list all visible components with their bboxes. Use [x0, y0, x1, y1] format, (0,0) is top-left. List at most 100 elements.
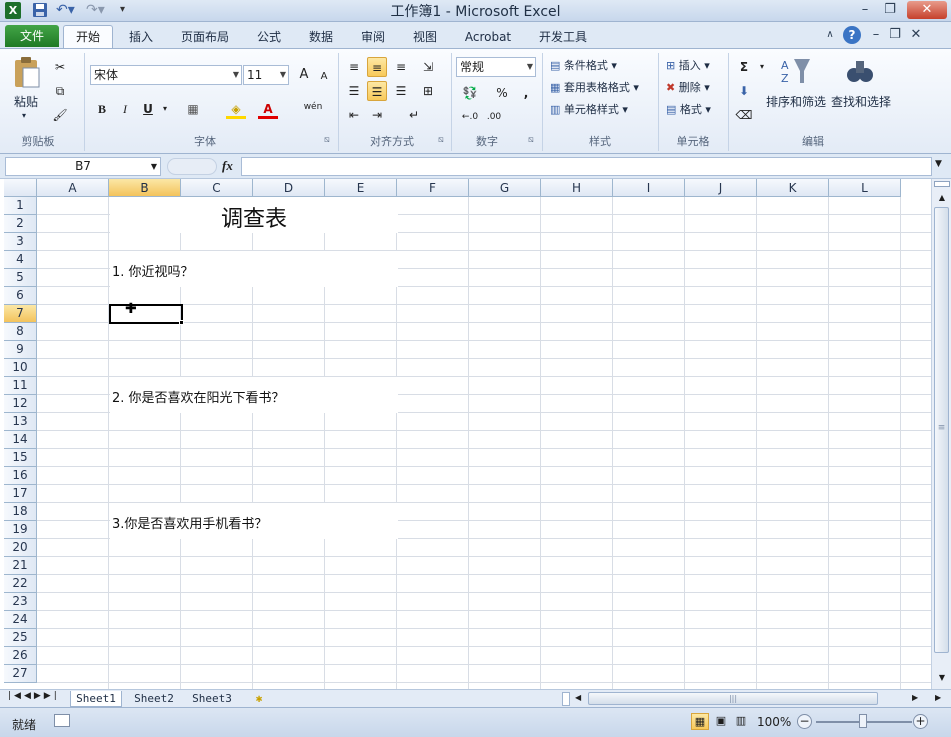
zoom-level[interactable]: 100% — [757, 715, 791, 729]
row-header[interactable]: 22 — [4, 575, 37, 593]
dialog-launcher-icon[interactable]: ⧅ — [528, 135, 534, 145]
italic-button[interactable]: I — [115, 99, 135, 119]
clear-icon[interactable]: ⌫ — [734, 105, 754, 125]
normal-view-icon[interactable]: ▦ — [691, 713, 709, 730]
row-header[interactable]: 1 — [4, 197, 37, 215]
fill-handle[interactable] — [179, 320, 184, 325]
page-layout-view-icon[interactable]: ▣ — [712, 713, 730, 730]
column-header[interactable]: H — [541, 179, 613, 197]
page-break-view-icon[interactable]: ▥ — [732, 713, 750, 730]
insert-cells-button[interactable]: ⊞ 插入 ▾ — [666, 57, 710, 73]
scroll-left-icon[interactable]: ◀ — [575, 693, 581, 702]
column-header[interactable]: F — [397, 179, 469, 197]
column-header[interactable]: J — [685, 179, 757, 197]
formula-expand-handle[interactable] — [167, 158, 217, 175]
row-header[interactable]: 3 — [4, 233, 37, 251]
row-header[interactable]: 4 — [4, 251, 37, 269]
name-box[interactable]: B7 ▼ — [5, 157, 161, 176]
autosum-dropdown-icon[interactable]: ▾ — [752, 57, 772, 77]
doc-restore-icon[interactable]: ❐ — [885, 26, 905, 44]
row-header[interactable]: 20 — [4, 539, 37, 557]
merge-center-icon[interactable]: ⊞ — [418, 81, 438, 101]
format-table-button[interactable]: ▦ 套用表格格式 ▾ — [550, 79, 639, 95]
row-header[interactable]: 11 — [4, 377, 37, 395]
tab-acrobat[interactable]: Acrobat — [458, 26, 518, 49]
undo-icon[interactable]: ↶▾ — [56, 2, 78, 19]
row-header[interactable]: 9 — [4, 341, 37, 359]
new-sheet-icon[interactable]: ✱ — [250, 691, 268, 707]
font-color-icon[interactable]: A — [258, 99, 278, 119]
format-painter-icon[interactable]: 🖌 — [50, 105, 70, 125]
help-icon[interactable]: ? — [843, 26, 861, 44]
row-header[interactable]: 17 — [4, 485, 37, 503]
number-format-select[interactable]: 常规 ▼ — [456, 57, 536, 77]
row-header[interactable]: 18 — [4, 503, 37, 521]
row-header[interactable]: 8 — [4, 323, 37, 341]
increase-indent-icon[interactable]: ⇥ — [367, 105, 387, 125]
paste-icon[interactable] — [12, 55, 44, 89]
column-header[interactable]: A — [37, 179, 109, 197]
tab-page-layout[interactable]: 页面布局 — [172, 26, 238, 49]
copy-icon[interactable]: ⧉ — [50, 81, 70, 101]
sort-filter-icon[interactable]: AZ — [778, 55, 812, 87]
autosum-icon[interactable]: Σ — [734, 57, 754, 77]
tab-view[interactable]: 视图 — [404, 26, 446, 49]
row-header[interactable]: 24 — [4, 611, 37, 629]
doc-close-icon[interactable]: ✕ — [906, 26, 926, 44]
tab-insert[interactable]: 插入 — [120, 26, 162, 49]
horizontal-scroll-thumb[interactable]: ||| — [588, 692, 878, 705]
phonetic-icon[interactable]: wén — [300, 97, 326, 117]
tab-developer[interactable]: 开发工具 — [530, 26, 596, 49]
column-header[interactable]: I — [613, 179, 685, 197]
font-name-select[interactable]: 宋体 ▼ — [90, 65, 242, 85]
align-top-icon[interactable]: ≡ — [344, 57, 364, 77]
align-center-icon[interactable]: ☰ — [367, 81, 387, 101]
column-header[interactable]: G — [469, 179, 541, 197]
orientation-icon[interactable]: ⇲ — [418, 57, 438, 77]
row-header[interactable]: 7 — [4, 305, 37, 323]
scroll-up-icon[interactable]: ▲ — [934, 191, 950, 205]
row-header[interactable]: 13 — [4, 413, 37, 431]
excel-logo-icon[interactable]: X — [5, 2, 21, 19]
column-header[interactable]: K — [757, 179, 829, 197]
macro-record-icon[interactable] — [54, 714, 70, 727]
comma-button[interactable]: , — [516, 83, 536, 103]
percent-button[interactable]: % — [492, 83, 512, 103]
close-icon[interactable]: ✕ — [907, 1, 947, 19]
sheet-tab-2[interactable]: Sheet2 — [128, 691, 180, 707]
align-middle-icon[interactable]: ≡ — [367, 57, 387, 77]
vertical-scrollbar[interactable]: ▲ ≡ ▼ — [931, 179, 951, 689]
conditional-format-button[interactable]: ▤ 条件格式 ▾ — [550, 57, 617, 73]
sheet-nav-icon[interactable]: |◀◀▶▶| — [8, 691, 60, 701]
tab-formulas[interactable]: 公式 — [248, 26, 290, 49]
find-select-button[interactable]: 查找和选择 — [831, 93, 891, 110]
sheet-tab-1[interactable]: Sheet1 — [70, 691, 122, 707]
row-header[interactable]: 16 — [4, 467, 37, 485]
select-all-corner[interactable] — [4, 179, 37, 197]
restore-icon[interactable]: ❐ — [880, 1, 900, 19]
column-header[interactable]: B — [109, 179, 181, 197]
tab-review[interactable]: 审阅 — [352, 26, 394, 49]
column-header[interactable]: D — [253, 179, 325, 197]
paste-dropdown-icon[interactable]: ▾ — [22, 111, 26, 120]
cut-icon[interactable]: ✂ — [50, 57, 70, 77]
row-header[interactable]: 12 — [4, 395, 37, 413]
scroll-down-icon[interactable]: ▼ — [934, 671, 950, 685]
bold-button[interactable]: B — [92, 99, 112, 119]
row-header[interactable]: 25 — [4, 629, 37, 647]
redo-icon[interactable]: ↷▾ — [86, 2, 108, 19]
decrease-decimal-icon[interactable]: .00 — [484, 107, 504, 127]
align-left-icon[interactable]: ☰ — [344, 81, 364, 101]
zoom-in-icon[interactable]: + — [913, 714, 928, 729]
tab-home[interactable]: 开始 — [63, 25, 113, 50]
delete-cells-button[interactable]: ✖ 删除 ▾ — [666, 79, 710, 95]
active-cell-selection[interactable] — [109, 304, 183, 324]
worksheet-grid[interactable]: ABCDEFGHIJKL 1 2 3 4 5 6 7 8 9 10 11 12 13 14 15 16 17 18… — [4, 179, 931, 689]
sheet-tab-3[interactable]: Sheet3 — [186, 691, 238, 707]
sort-filter-button[interactable]: 排序和筛选 — [766, 93, 826, 110]
row-header[interactable]: 19 — [4, 521, 37, 539]
dialog-launcher-icon[interactable]: ⧅ — [324, 135, 330, 145]
row-header[interactable]: 10 — [4, 359, 37, 377]
row-header[interactable]: 21 — [4, 557, 37, 575]
row-header[interactable]: 5 — [4, 269, 37, 287]
